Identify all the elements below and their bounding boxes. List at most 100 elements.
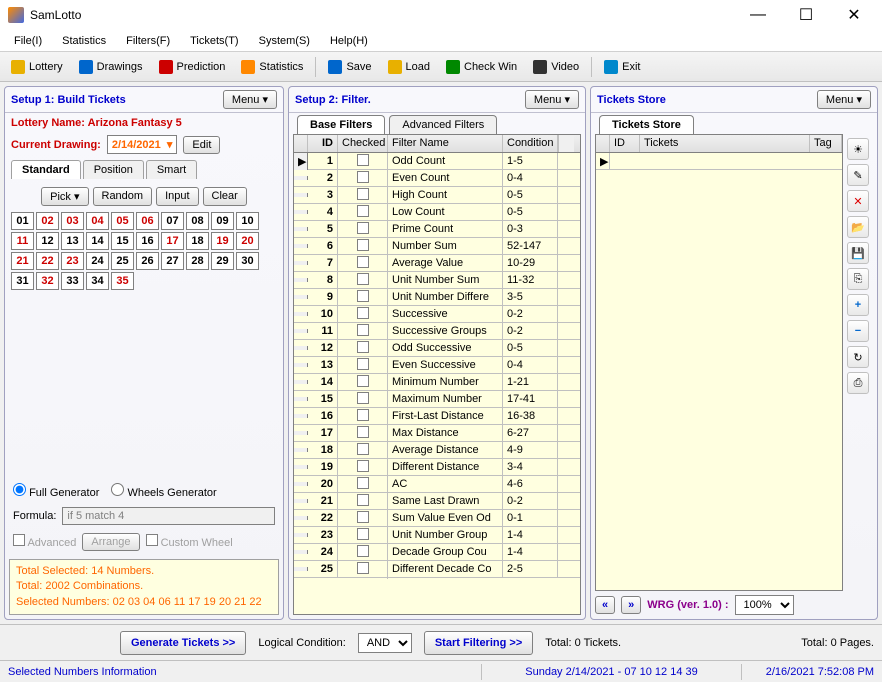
number-13[interactable]: 13: [61, 232, 84, 250]
col-id[interactable]: ID: [308, 135, 338, 152]
edit-button[interactable]: Edit: [183, 136, 220, 154]
filter-row[interactable]: 5Prime Count0-3: [294, 221, 580, 238]
number-16[interactable]: 16: [136, 232, 159, 250]
toolbar-prediction[interactable]: Prediction: [152, 56, 233, 78]
number-26[interactable]: 26: [136, 252, 159, 270]
tickets-store-menu-button[interactable]: Menu ▾: [817, 90, 871, 109]
start-filtering-button[interactable]: Start Filtering >>: [424, 631, 533, 655]
number-35[interactable]: 35: [111, 272, 134, 290]
number-08[interactable]: 08: [186, 212, 209, 230]
formula-combo[interactable]: if 5 match 4: [62, 507, 275, 525]
pencil-icon[interactable]: ✎: [847, 164, 869, 186]
number-32[interactable]: 32: [36, 272, 59, 290]
number-17[interactable]: 17: [161, 232, 184, 250]
close-button[interactable]: ✕: [834, 1, 874, 29]
filter-row[interactable]: 6Number Sum52-147: [294, 238, 580, 255]
tab-advanced-filters[interactable]: Advanced Filters: [389, 115, 497, 134]
filter-row[interactable]: 17Max Distance6-27: [294, 425, 580, 442]
col-checked[interactable]: Checked: [338, 135, 388, 152]
number-20[interactable]: 20: [236, 232, 259, 250]
save-icon[interactable]: 💾: [847, 242, 869, 264]
toolbar-lottery[interactable]: Lottery: [4, 56, 70, 78]
number-05[interactable]: 05: [111, 212, 134, 230]
toolbar-load[interactable]: Load: [381, 56, 437, 78]
filter-row[interactable]: 14Minimum Number1-21: [294, 374, 580, 391]
menu-filtersf[interactable]: Filters(F): [118, 33, 178, 49]
toolbar-video[interactable]: Video: [526, 56, 586, 78]
minimize-button[interactable]: —: [738, 1, 778, 29]
number-15[interactable]: 15: [111, 232, 134, 250]
menu-statistics[interactable]: Statistics: [54, 33, 114, 49]
number-30[interactable]: 30: [236, 252, 259, 270]
filter-row[interactable]: 9Unit Number Differe3-5: [294, 289, 580, 306]
tab-position[interactable]: Position: [83, 160, 144, 179]
number-19[interactable]: 19: [211, 232, 234, 250]
filter-row[interactable]: 16First-Last Distance16-38: [294, 408, 580, 425]
number-29[interactable]: 29: [211, 252, 234, 270]
toolbar-drawings[interactable]: Drawings: [72, 56, 150, 78]
ts-col-id[interactable]: ID: [610, 135, 640, 152]
star-icon[interactable]: ☀: [847, 138, 869, 160]
filter-row[interactable]: 4Low Count0-5: [294, 204, 580, 221]
filter-row[interactable]: 8Unit Number Sum11-32: [294, 272, 580, 289]
menu-ticketst[interactable]: Tickets(T): [182, 33, 246, 49]
number-09[interactable]: 09: [211, 212, 234, 230]
delete-icon[interactable]: ✕: [847, 190, 869, 212]
setup1-menu-button[interactable]: Menu ▾: [223, 90, 277, 109]
number-06[interactable]: 06: [136, 212, 159, 230]
number-21[interactable]: 21: [11, 252, 34, 270]
nav-next-button[interactable]: »: [621, 596, 641, 614]
plus-icon[interactable]: +: [847, 294, 869, 316]
menu-filei[interactable]: File(I): [6, 33, 50, 49]
clear-button[interactable]: Clear: [203, 187, 247, 206]
generate-tickets-button[interactable]: Generate Tickets >>: [120, 631, 246, 655]
refresh-icon[interactable]: ↻: [847, 346, 869, 368]
filter-row[interactable]: 19Different Distance3-4: [294, 459, 580, 476]
number-18[interactable]: 18: [186, 232, 209, 250]
copy-icon[interactable]: ⎘: [847, 268, 869, 290]
number-07[interactable]: 07: [161, 212, 184, 230]
filter-row[interactable]: 15Maximum Number17-41: [294, 391, 580, 408]
print-icon[interactable]: ⎙: [847, 372, 869, 394]
number-23[interactable]: 23: [61, 252, 84, 270]
maximize-button[interactable]: ☐: [786, 1, 826, 29]
full-generator-radio[interactable]: Full Generator: [13, 483, 99, 499]
filter-row[interactable]: 7Average Value10-29: [294, 255, 580, 272]
scrollbar[interactable]: [558, 135, 574, 152]
number-24[interactable]: 24: [86, 252, 109, 270]
filter-row[interactable]: 12Odd Successive0-5: [294, 340, 580, 357]
setup2-menu-button[interactable]: Menu ▾: [525, 90, 579, 109]
tab-smart[interactable]: Smart: [146, 160, 197, 179]
col-filtername[interactable]: Filter Name: [388, 135, 503, 152]
ts-col-tickets[interactable]: Tickets: [640, 135, 810, 152]
number-31[interactable]: 31: [11, 272, 34, 290]
number-04[interactable]: 04: [86, 212, 109, 230]
number-28[interactable]: 28: [186, 252, 209, 270]
filter-row[interactable]: 21Same Last Drawn0-2: [294, 493, 580, 510]
number-11[interactable]: 11: [11, 232, 34, 250]
drawing-date-input[interactable]: 2/14/2021 ▾: [107, 135, 178, 154]
wheels-generator-radio[interactable]: Wheels Generator: [111, 483, 216, 499]
number-33[interactable]: 33: [61, 272, 84, 290]
toolbar-checkwin[interactable]: Check Win: [439, 56, 524, 78]
input-button[interactable]: Input: [156, 187, 198, 206]
filter-row[interactable]: 3High Count0-5: [294, 187, 580, 204]
number-12[interactable]: 12: [36, 232, 59, 250]
toolbar-statistics[interactable]: Statistics: [234, 56, 310, 78]
folder-open-icon[interactable]: 📂: [847, 216, 869, 238]
filter-row[interactable]: 20AC4-6: [294, 476, 580, 493]
tab-base-filters[interactable]: Base Filters: [297, 115, 385, 134]
toolbar-exit[interactable]: Exit: [597, 56, 647, 78]
filter-row[interactable]: 24Decade Group Cou1-4: [294, 544, 580, 561]
filter-row[interactable]: 25Different Decade Co2-5: [294, 561, 580, 578]
menu-systems[interactable]: System(S): [251, 33, 318, 49]
number-01[interactable]: 01: [11, 212, 34, 230]
minus-icon[interactable]: −: [847, 320, 869, 342]
filter-row[interactable]: 10Successive0-2: [294, 306, 580, 323]
number-25[interactable]: 25: [111, 252, 134, 270]
number-03[interactable]: 03: [61, 212, 84, 230]
toolbar-save[interactable]: Save: [321, 56, 378, 78]
col-condition[interactable]: Condition: [503, 135, 558, 152]
number-27[interactable]: 27: [161, 252, 184, 270]
number-22[interactable]: 22: [36, 252, 59, 270]
